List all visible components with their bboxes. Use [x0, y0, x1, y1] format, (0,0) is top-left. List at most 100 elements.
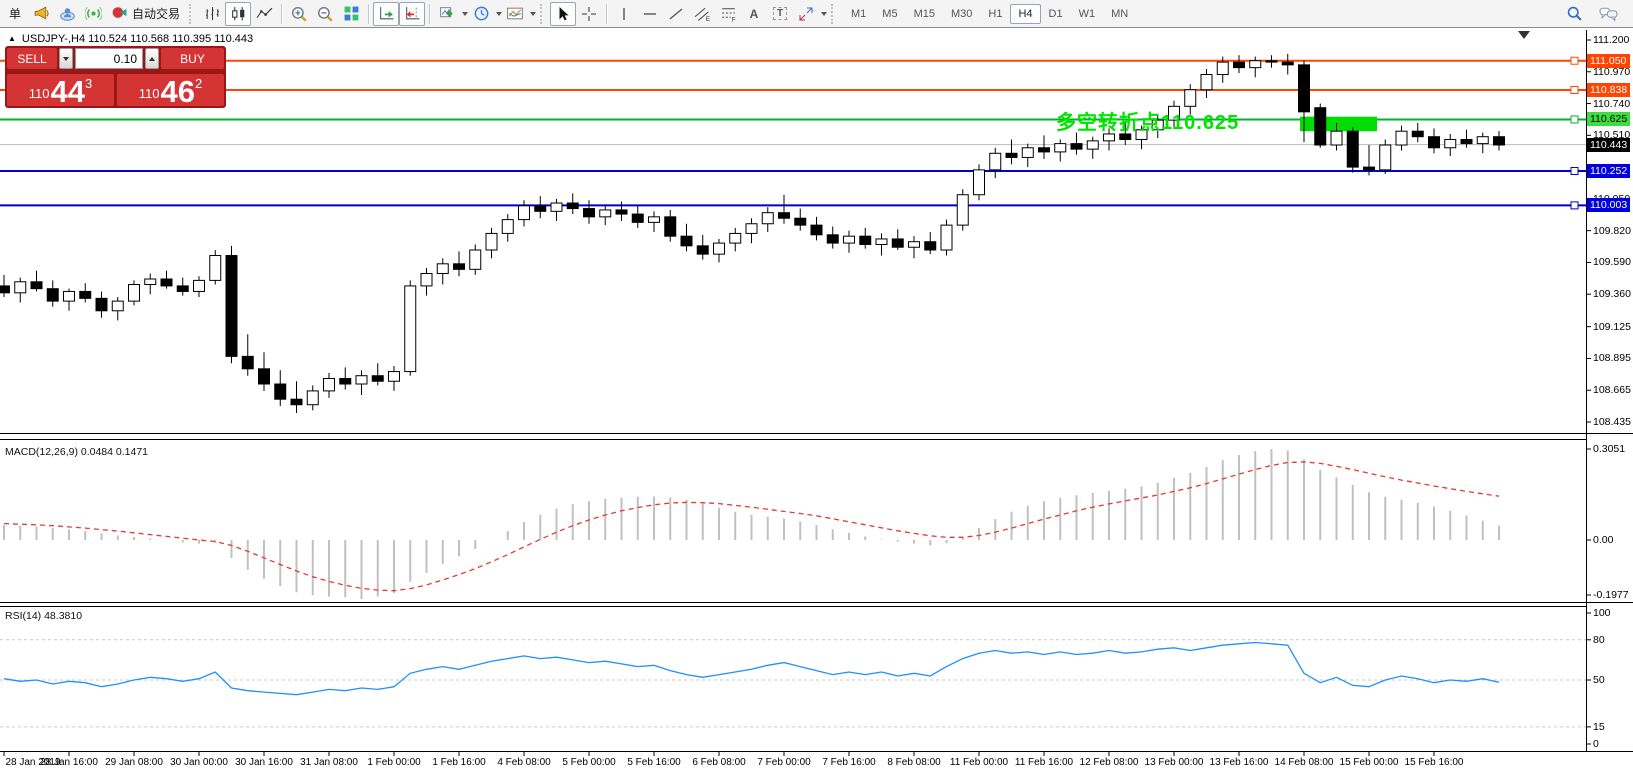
candle — [145, 279, 156, 285]
zoom-out-button[interactable] — [312, 2, 338, 26]
buy-price-display[interactable]: 110 46 2 — [117, 74, 224, 106]
candle — [1266, 61, 1277, 62]
hline-handle[interactable] — [1571, 167, 1578, 174]
candle — [31, 282, 42, 289]
cursor-tool-button[interactable] — [550, 2, 576, 26]
candle — [275, 384, 286, 399]
timeframe-button-mn[interactable]: MN — [1103, 4, 1136, 24]
candle — [177, 286, 188, 292]
time-axis-label: 1 Feb 00:00 — [367, 757, 420, 768]
trendline-tool-button[interactable] — [663, 2, 689, 26]
horizontal-line-tool-button[interactable] — [637, 2, 663, 26]
arrows-tool-button[interactable] — [793, 2, 819, 26]
candle — [1217, 62, 1228, 74]
candle — [519, 206, 530, 220]
candle — [1347, 131, 1358, 167]
candle — [827, 235, 838, 243]
candle — [15, 282, 26, 293]
hline-handle[interactable] — [1571, 57, 1578, 64]
candle — [1087, 141, 1098, 149]
rsi-axis-label: 50 — [1593, 674, 1605, 686]
auto-trading-icon — [111, 4, 128, 24]
community-cloud-icon[interactable] — [54, 2, 80, 26]
auto-scroll-button[interactable] — [373, 2, 399, 26]
candle — [291, 399, 302, 405]
periods-clock-button[interactable] — [468, 2, 494, 26]
timeframe-button-w1[interactable]: W1 — [1071, 4, 1104, 24]
line-chart-type-button[interactable] — [251, 2, 277, 26]
sell-button[interactable]: SELL — [7, 48, 57, 69]
price-tick-label: 109.820 — [1593, 225, 1631, 237]
pivot-zone-box[interactable] — [1300, 117, 1377, 132]
tile-windows-button[interactable] — [338, 2, 364, 26]
buy-button[interactable]: BUY — [161, 48, 224, 69]
bar-chart-type-button[interactable] — [199, 2, 225, 26]
volume-input[interactable] — [75, 48, 143, 69]
chevron-down-icon[interactable] — [821, 12, 827, 16]
chevron-down-icon[interactable] — [530, 12, 536, 16]
timeframe-button-m1[interactable]: M1 — [843, 4, 874, 24]
candle — [567, 203, 578, 209]
timeframe-button-h1[interactable]: H1 — [980, 4, 1010, 24]
zoom-in-button[interactable] — [286, 2, 312, 26]
templates-button[interactable] — [502, 2, 528, 26]
price-badge[interactable]: 111.050 — [1587, 54, 1630, 68]
fibonacci-tool-button[interactable]: F — [715, 2, 741, 26]
search-icon[interactable] — [1561, 2, 1587, 26]
candle — [96, 298, 107, 310]
candle — [1380, 145, 1391, 170]
sell-price-display[interactable]: 110 44 3 — [7, 74, 114, 106]
candlestick-chart-type-button[interactable] — [225, 2, 251, 26]
timeframe-button-m15[interactable]: M15 — [906, 4, 943, 24]
candle — [405, 286, 416, 372]
candle — [437, 264, 448, 274]
price-tick-label: 108.665 — [1593, 384, 1631, 396]
timeframe-button-m30[interactable]: M30 — [943, 4, 980, 24]
hline-handles — [1571, 57, 1578, 209]
chart-canvas[interactable] — [0, 0, 1633, 774]
volume-increase-button[interactable] — [145, 48, 159, 69]
timeframe-button-m5[interactable]: M5 — [874, 4, 905, 24]
new-chart-button[interactable] — [434, 2, 460, 26]
text-tool-button[interactable]: A — [741, 2, 767, 26]
time-axis-label: 11 Feb 16:00 — [1015, 757, 1073, 768]
timeframe-button-h4[interactable]: H4 — [1010, 4, 1040, 24]
new-order-button[interactable]: 单 — [2, 2, 28, 26]
collapse-panel-arrow-icon[interactable]: ▲ — [8, 35, 16, 43]
price-badge[interactable]: 110.003 — [1587, 198, 1630, 212]
hline-handle[interactable] — [1571, 202, 1578, 209]
time-axis-label: 15 Feb 16:00 — [1405, 757, 1464, 768]
rsi-axis-label: 100 — [1593, 607, 1611, 619]
macd-axis-label: -0.1977 — [1593, 589, 1629, 601]
volume-decrease-button[interactable] — [59, 48, 73, 69]
hline-handle[interactable] — [1571, 116, 1578, 123]
signal-broadcast-icon[interactable] — [80, 2, 106, 26]
candle — [632, 214, 643, 222]
time-axis-label: 15 Feb 00:00 — [1340, 757, 1399, 768]
time-axis-label: 14 Feb 08:00 — [1275, 757, 1334, 768]
buy-price-big: 46 — [161, 79, 195, 104]
svg-text:E: E — [705, 16, 709, 22]
megaphone-icon[interactable] — [28, 2, 54, 26]
candle — [324, 378, 335, 390]
vertical-line-tool-button[interactable] — [611, 2, 637, 26]
candle — [161, 279, 172, 286]
timeframe-button-d1[interactable]: D1 — [1041, 4, 1071, 24]
candle — [1022, 148, 1033, 158]
candle — [811, 225, 822, 235]
text-label-tool-button[interactable]: T — [767, 2, 793, 26]
candle — [1006, 153, 1017, 157]
price-badge[interactable]: 110.252 — [1587, 164, 1630, 178]
pane-borders — [0, 30, 1633, 752]
price-badge[interactable]: 110.838 — [1587, 83, 1630, 97]
chat-icon[interactable] — [1595, 2, 1621, 26]
hline-handle[interactable] — [1571, 87, 1578, 94]
auto-trading-button[interactable]: 自动交易 — [106, 3, 185, 25]
chart-shift-button[interactable] — [399, 2, 425, 26]
crosshair-tool-button[interactable] — [576, 2, 602, 26]
svg-text:F: F — [731, 16, 735, 22]
price-badge[interactable]: 110.625 — [1587, 112, 1630, 126]
candle — [112, 301, 123, 311]
equidistant-channel-tool-button[interactable]: E — [689, 2, 715, 26]
main-toolbar: 单 自动交易 — [0, 0, 1633, 28]
